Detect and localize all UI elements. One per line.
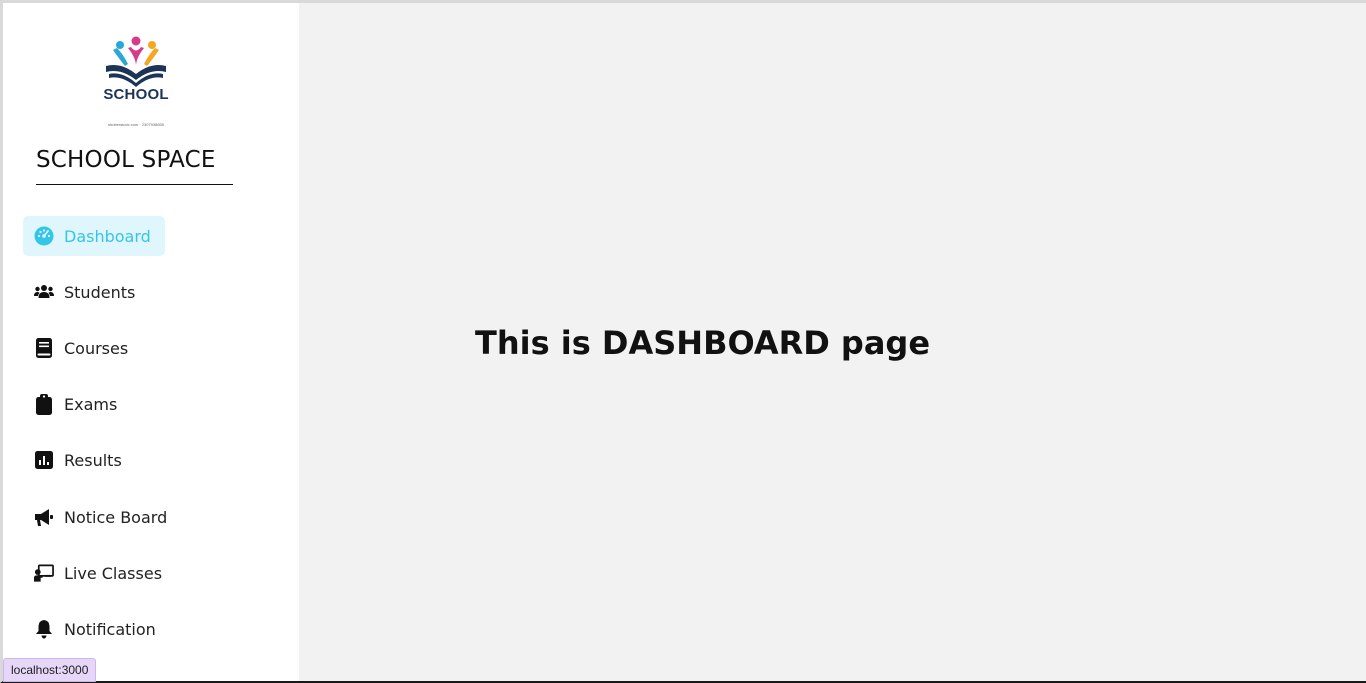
brand-underline [36, 184, 233, 185]
megaphone-icon [34, 507, 54, 527]
sidebar-item-label: Courses [64, 338, 129, 358]
sidebar-item-label: Live Classes [64, 563, 163, 583]
status-bar-url: localhost:3000 [3, 658, 97, 682]
dashboard-gauge-icon [34, 226, 54, 246]
school-logo-icon [106, 36, 166, 87]
main-content: This is DASHBOARD page [299, 3, 1366, 681]
sidebar: SCHOOL shutterstock.com · 2307938659 SCH… [3, 3, 299, 681]
sidebar-item-notification[interactable]: Notification [23, 609, 167, 649]
sidebar-item-label: Exams [64, 394, 118, 414]
sidebar-item-label: Notification [64, 619, 156, 639]
sidebar-item-dashboard[interactable]: Dashboard [23, 216, 165, 256]
school-logo: SCHOOL shutterstock.com · 2307938659 [103, 36, 173, 131]
sidebar-item-results[interactable]: Results [23, 440, 133, 480]
sidebar-item-notice-board[interactable]: Notice Board [23, 497, 178, 537]
sidebar-item-exams[interactable]: Exams [23, 384, 128, 424]
users-group-icon [34, 282, 54, 302]
page-title: This is DASHBOARD page [475, 324, 931, 362]
teacher-board-icon [34, 563, 54, 583]
bar-chart-icon [34, 450, 54, 470]
sidebar-item-label: Dashboard [64, 226, 151, 246]
logo-credit: shutterstock.com · 2307938659 [107, 122, 165, 127]
bell-icon [34, 619, 54, 639]
sidebar-item-live-classes[interactable]: Live Classes [23, 553, 173, 593]
sidebar-item-label: Notice Board [64, 507, 168, 527]
clipboard-icon [34, 393, 54, 415]
sidebar-item-courses[interactable]: Courses [23, 328, 139, 368]
sidebar-item-label: Results [64, 450, 122, 470]
sidebar-item-label: Students [64, 282, 136, 302]
book-icon [34, 338, 54, 358]
sidebar-item-students[interactable]: Students [23, 272, 146, 312]
logo-text: SCHOOL [103, 86, 169, 103]
brand-name: SCHOOL SPACE [36, 147, 216, 173]
